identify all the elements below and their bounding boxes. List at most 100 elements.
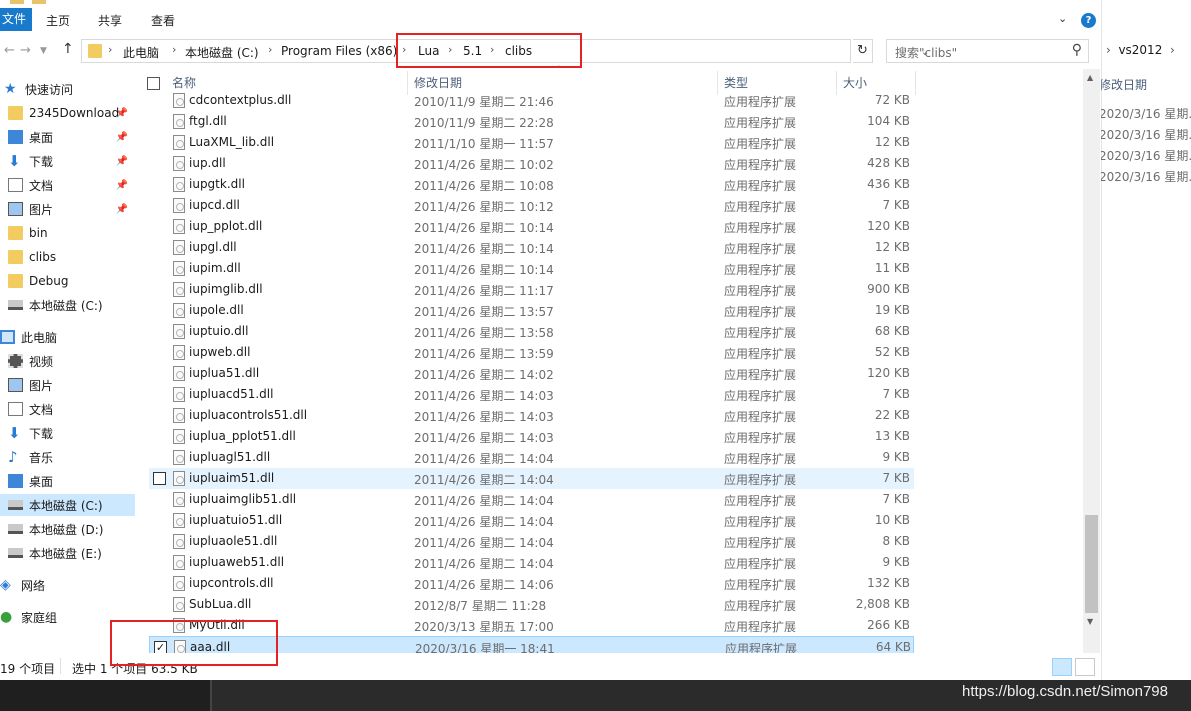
sidebar-item-drive-d[interactable]: 本地磁盘 (D:) bbox=[0, 518, 135, 540]
sidebar-item-this-pc[interactable]: 此电脑 bbox=[0, 326, 135, 348]
sidebar-item-network[interactable]: ◈ 网络 bbox=[0, 574, 135, 596]
quick-access-folder-icon[interactable] bbox=[32, 0, 46, 4]
select-all-checkbox[interactable] bbox=[147, 77, 160, 90]
scroll-up-icon[interactable]: ▲ bbox=[1087, 73, 1093, 82]
up-arrow-icon[interactable]: ↑ bbox=[62, 41, 74, 57]
pin-icon[interactable]: 📌 bbox=[116, 108, 128, 119]
sidebar-item-desktop[interactable]: 桌面 📌 bbox=[0, 126, 135, 148]
breadcrumb-lua[interactable]: Lua bbox=[418, 44, 439, 58]
table-row[interactable]: MyUtil.dll 2020/3/13 星期五 17:00 应用程序扩展 266 K… bbox=[149, 615, 914, 636]
table-row[interactable]: iupluatuio51.dll 2011/4/26 星期二 14:04 应用程序扩… bbox=[149, 510, 914, 531]
scroll-down-icon[interactable]: ▼ bbox=[1087, 617, 1093, 626]
table-row[interactable]: iupcontrols.dll 2011/4/26 星期二 14:06 应用程序扩展… bbox=[149, 573, 914, 594]
forward-arrow-icon[interactable]: → bbox=[20, 43, 31, 58]
search-icon[interactable]: ⚲ bbox=[1072, 42, 1082, 58]
table-row[interactable]: iupgl.dll 2011/4/26 星期二 10:14 应用程序扩展 12 KB bbox=[149, 237, 914, 258]
refresh-icon[interactable]: ↻ bbox=[853, 39, 873, 63]
file-name: iupcd.dll bbox=[189, 198, 240, 212]
taskbar-search-area[interactable] bbox=[0, 680, 210, 711]
table-row[interactable]: iup_pplot.dll 2011/4/26 星期二 10:14 应用程序扩展 12… bbox=[149, 216, 914, 237]
chevron-right-icon[interactable]: › bbox=[268, 43, 272, 56]
breadcrumb-this-pc[interactable]: 此电脑 bbox=[123, 44, 159, 61]
pin-icon[interactable]: 📌 bbox=[116, 204, 128, 215]
sidebar-item-videos[interactable]: 视频 bbox=[0, 350, 135, 372]
table-row[interactable]: iupluacontrols51.dll 2011/4/26 星期二 14:03 应… bbox=[149, 405, 914, 426]
sidebar-item-drive-e[interactable]: 本地磁盘 (E:) bbox=[0, 542, 135, 564]
table-row[interactable]: iupluaole51.dll 2011/4/26 星期二 14:04 应用程序扩展… bbox=[149, 531, 914, 552]
tab-share[interactable]: 共享 bbox=[98, 12, 122, 29]
sidebar-item-label: 家庭组 bbox=[21, 610, 58, 625]
table-row[interactable]: iupimglib.dll 2011/4/26 星期二 11:17 应用程序扩展 90… bbox=[149, 279, 914, 300]
sidebar-item-drive-c-quick[interactable]: 本地磁盘 (C:) bbox=[0, 294, 135, 316]
table-row[interactable]: cdcontextplus.dll 2010/11/9 星期二 21:46 应用程序… bbox=[149, 93, 914, 111]
sidebar-item-bin[interactable]: bin bbox=[0, 222, 135, 244]
table-row[interactable]: iup.dll 2011/4/26 星期二 10:02 应用程序扩展 428 KB bbox=[149, 153, 914, 174]
sidebar-item-homegroup[interactable]: ● 家庭组 bbox=[0, 606, 135, 628]
column-divider[interactable] bbox=[717, 71, 718, 95]
address-bar[interactable]: › 此电脑 › 本地磁盘 (C:) › Program Files (x86) … bbox=[81, 39, 929, 63]
quick-access-icon[interactable] bbox=[10, 0, 24, 4]
chevron-right-icon[interactable]: › bbox=[172, 43, 176, 56]
column-divider[interactable] bbox=[836, 71, 837, 95]
tab-view[interactable]: 查看 bbox=[151, 12, 175, 29]
sidebar-item-downloads[interactable]: ⬇ 下载 📌 bbox=[0, 150, 135, 172]
table-row[interactable]: SubLua.dll 2012/8/7 星期二 11:28 应用程序扩展 2,808 … bbox=[149, 594, 914, 615]
sidebar-item-pictures-pc[interactable]: 图片 bbox=[0, 374, 135, 396]
sidebar-item-2345download[interactable]: 2345Download 📌 bbox=[0, 102, 135, 124]
table-row[interactable]: iupluacd51.dll 2011/4/26 星期二 14:03 应用程序扩展 7… bbox=[149, 384, 914, 405]
chevron-right-icon[interactable]: › bbox=[402, 43, 406, 56]
sidebar-item-drive-c[interactable]: 本地磁盘 (C:) bbox=[0, 494, 135, 516]
pin-icon[interactable]: 📌 bbox=[116, 180, 128, 191]
pin-icon[interactable]: 📌 bbox=[116, 156, 128, 167]
sidebar-item-music[interactable]: ♪ 音乐 bbox=[0, 446, 135, 468]
column-header-date[interactable]: 修改日期 bbox=[1099, 76, 1147, 93]
sidebar-item-desktop-pc[interactable]: 桌面 bbox=[0, 470, 135, 492]
sidebar-item-documents-pc[interactable]: 文档 bbox=[0, 398, 135, 420]
column-divider[interactable] bbox=[915, 71, 916, 95]
details-view-icon[interactable] bbox=[1052, 658, 1072, 676]
row-checkbox[interactable] bbox=[153, 472, 166, 485]
sidebar-item-documents[interactable]: 文档 📌 bbox=[0, 174, 135, 196]
table-row[interactable]: iuptuio.dll 2011/4/26 星期二 13:58 应用程序扩展 68 K… bbox=[149, 321, 914, 342]
breadcrumb-5-1[interactable]: 5.1 bbox=[463, 44, 482, 58]
tab-file[interactable]: 文件 bbox=[0, 8, 32, 31]
chevron-right-icon[interactable]: › bbox=[490, 43, 494, 56]
back-arrow-icon[interactable]: ← bbox=[4, 43, 15, 58]
table-row[interactable]: ftgl.dll 2010/11/9 星期二 22:28 应用程序扩展 104 KB bbox=[149, 111, 914, 132]
table-row[interactable]: iupim.dll 2011/4/26 星期二 10:14 应用程序扩展 11 KB bbox=[149, 258, 914, 279]
search-input[interactable]: 搜索"clibs" ⚲ bbox=[886, 39, 1089, 63]
sidebar-item-downloads-pc[interactable]: ⬇ 下载 bbox=[0, 422, 135, 444]
table-row[interactable]: iupweb.dll 2011/4/26 星期二 13:59 应用程序扩展 52 KB bbox=[149, 342, 914, 363]
breadcrumb-drive-c[interactable]: 本地磁盘 (C:) bbox=[185, 44, 259, 61]
sidebar-item-debug[interactable]: Debug bbox=[0, 270, 135, 292]
sidebar-item-quick-access[interactable]: ★ 快速访问 bbox=[0, 78, 135, 100]
tab-home[interactable]: 主页 bbox=[46, 12, 70, 29]
breadcrumb-vs2012[interactable]: › vs2012 › bbox=[1106, 43, 1175, 57]
chevron-right-icon[interactable]: › bbox=[108, 43, 112, 56]
table-row[interactable]: iupole.dll 2011/4/26 星期二 13:57 应用程序扩展 19 KB bbox=[149, 300, 914, 321]
sidebar-item-pictures[interactable]: 图片 📌 bbox=[0, 198, 135, 220]
table-row[interactable]: iupluagl51.dll 2011/4/26 星期二 14:04 应用程序扩展 9… bbox=[149, 447, 914, 468]
sidebar-item-clibs[interactable]: clibs bbox=[0, 246, 135, 268]
large-icons-view-icon[interactable] bbox=[1075, 658, 1095, 676]
table-row[interactable]: iuplua_pplot51.dll 2011/4/26 星期二 14:03 应用程… bbox=[149, 426, 914, 447]
vertical-scrollbar[interactable]: ▲ ▼ bbox=[1083, 69, 1100, 653]
breadcrumb-clibs[interactable]: clibs bbox=[505, 44, 532, 58]
recent-dropdown-icon[interactable]: ▼ bbox=[40, 46, 47, 56]
table-row[interactable]: iupluaimglib51.dll 2011/4/26 星期二 14:04 应用程… bbox=[149, 489, 914, 510]
table-row[interactable]: iupcd.dll 2011/4/26 星期二 10:12 应用程序扩展 7 KB bbox=[149, 195, 914, 216]
ribbon-expand-chevron-icon[interactable]: ⌄ bbox=[1058, 12, 1067, 25]
pin-icon[interactable]: 📌 bbox=[116, 132, 128, 143]
table-row[interactable]: iupluaweb51.dll 2011/4/26 星期二 14:04 应用程序扩展… bbox=[149, 552, 914, 573]
scrollbar-thumb[interactable] bbox=[1085, 515, 1098, 613]
table-row[interactable]: iupluaim51.dll 2011/4/26 星期二 14:04 应用程序扩展 7… bbox=[149, 468, 914, 489]
table-row[interactable]: LuaXML_lib.dll 2011/1/10 星期一 11:57 应用程序扩展 1… bbox=[149, 132, 914, 153]
help-icon[interactable]: ? bbox=[1081, 13, 1096, 28]
breadcrumb-program-files[interactable]: Program Files (x86) bbox=[281, 44, 397, 58]
table-row[interactable]: iuplua51.dll 2011/4/26 星期二 14:02 应用程序扩展 120… bbox=[149, 363, 914, 384]
table-row[interactable]: iupgtk.dll 2011/4/26 星期二 10:08 应用程序扩展 436 K… bbox=[149, 174, 914, 195]
column-divider[interactable] bbox=[407, 71, 408, 95]
chevron-right-icon[interactable]: › bbox=[448, 43, 452, 56]
table-row[interactable]: ✓ aaa.dll 2020/3/16 星期一 18:41 应用程序扩展 64 KB bbox=[149, 636, 914, 653]
row-checkbox[interactable]: ✓ bbox=[154, 641, 167, 653]
